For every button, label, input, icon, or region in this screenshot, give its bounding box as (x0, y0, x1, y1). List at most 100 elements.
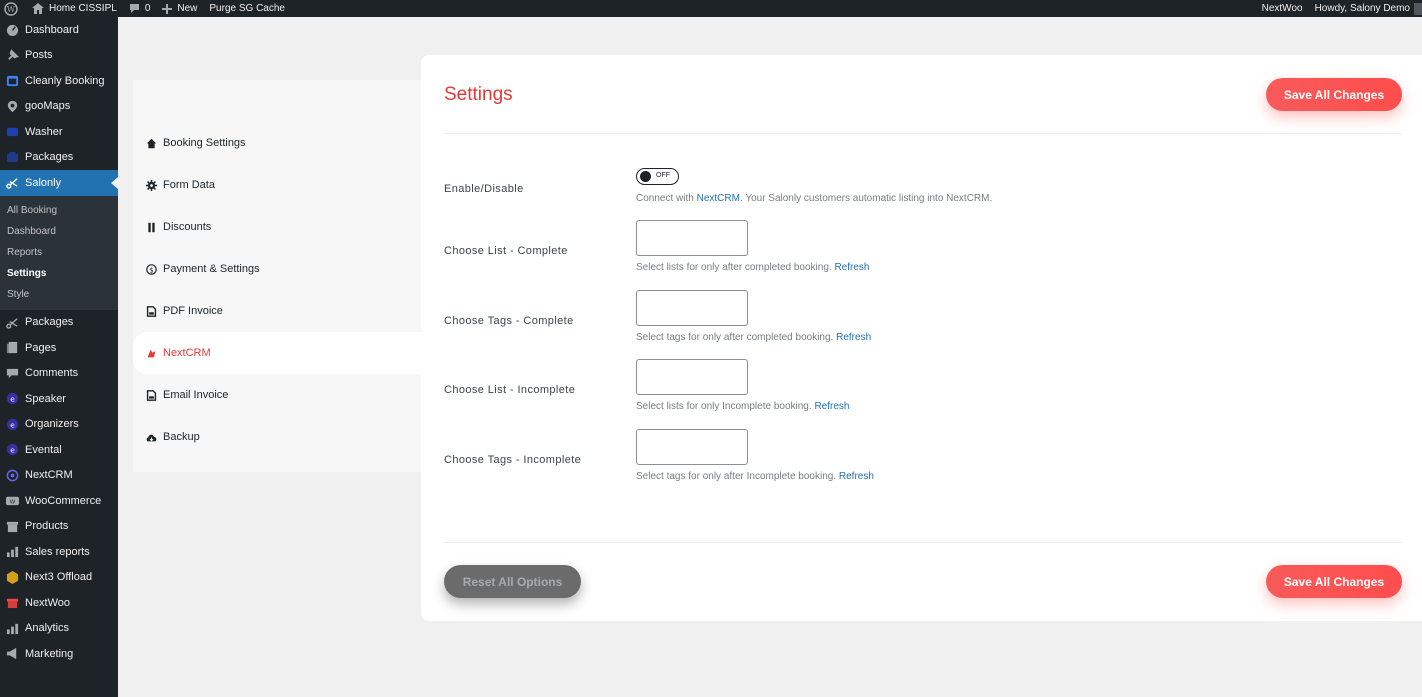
enable-disable-label: Enable/Disable (444, 183, 524, 195)
sidebar-item-dashboard[interactable]: Dashboard (0, 17, 118, 43)
settings-nav-label: Email Invoice (163, 389, 229, 401)
svg-text:e: e (10, 395, 15, 404)
sidebar-item-label: NextWoo (25, 596, 71, 609)
submenu-item-dashboard[interactable]: Dashboard (0, 221, 118, 242)
submenu-item-reports[interactable]: Reports (0, 242, 118, 263)
row-help-text: Select tags for only after Incomplete bo… (636, 471, 874, 482)
sidebar-item-marketing[interactable]: Marketing (0, 641, 118, 667)
sidebar-item-label: Packages (25, 316, 74, 329)
settings-nav-backup[interactable]: Backup (133, 416, 421, 458)
sidebar-item-label: Organizers (25, 418, 79, 431)
sidebar-item-packages[interactable]: Packages (0, 310, 118, 336)
sidebar-item-evental[interactable]: e Evental (0, 437, 118, 463)
sidebar-item-speaker[interactable]: e Speaker (0, 386, 118, 412)
settings-nav-nextcrm[interactable]: NextCRM (133, 332, 421, 374)
page-title: Settings (444, 84, 513, 105)
sidebar-item-products[interactable]: Products (0, 514, 118, 540)
row-help-text: Select lists for only after completed bo… (636, 262, 869, 273)
purge-cache-link[interactable]: Purge SG Cache (209, 3, 285, 14)
row-label-choose-list-complete: Choose List - Complete (444, 245, 568, 257)
new-link[interactable]: New (162, 3, 197, 14)
sidebar-item-label: gooMaps (25, 100, 71, 113)
avatar (1414, 2, 1422, 15)
sidebar-item-comments[interactable]: Comments (0, 361, 118, 387)
dashboard-icon (4, 22, 20, 38)
sidebar-item-label: Packages (25, 151, 74, 164)
sidebar-item-analytics[interactable]: Analytics (0, 616, 118, 642)
nextwoo-label: NextWoo (1261, 3, 1303, 14)
row-label-choose-list-incomplete: Choose List - Incomplete (444, 384, 576, 396)
enable-help-prefix: Connect with (636, 193, 697, 204)
sidebar-item-label: Products (25, 520, 69, 533)
home-icon (32, 3, 44, 14)
save-all-changes-button-bottom[interactable]: Save All Changes (1266, 565, 1402, 598)
sidebar-item-label: Evental (25, 443, 62, 456)
home-link[interactable]: Home CISSIPL (32, 3, 117, 14)
help-text: Select lists for only after completed bo… (636, 262, 835, 273)
store-icon (4, 595, 20, 611)
sidebar-item-label: Salonly (25, 176, 62, 189)
settings-nav-email-invoice[interactable]: Email Invoice (133, 374, 421, 416)
sidebar-item-sales-reports[interactable]: Sales reports (0, 539, 118, 565)
page-icon (4, 340, 20, 356)
nextwoo-link[interactable]: NextWoo (1262, 3, 1303, 14)
sidebar-item-label: Next3 Offload (25, 571, 93, 584)
account-menu[interactable]: Howdy, Salony Demo (1315, 2, 1422, 15)
sidebar-item-label: Speaker (25, 392, 66, 405)
purge-label: Purge SG Cache (209, 3, 285, 14)
select-choose-list-complete[interactable] (636, 220, 748, 256)
settings-nav-label: Backup (163, 431, 200, 443)
sidebar-item-organizers[interactable]: e Organizers (0, 412, 118, 438)
scissors-icon (4, 314, 20, 330)
location-icon (4, 98, 20, 114)
home-icon (145, 137, 157, 149)
help-text: Select tags for only after Incomplete bo… (636, 470, 839, 482)
wordpress-icon: W (4, 1, 18, 16)
sidebar-item-nextcrm[interactable]: NextCRM (0, 463, 118, 489)
select-choose-tags-complete[interactable] (636, 289, 748, 326)
sidebar-item-pages[interactable]: Pages (0, 335, 118, 361)
select-choose-list-incomplete[interactable] (636, 359, 748, 395)
select-choose-tags-incomplete[interactable] (636, 428, 748, 465)
chart-icon (4, 544, 20, 560)
sidebar-item-cleanly-booking[interactable]: Cleanly Booking (0, 68, 118, 94)
sidebar-item-label: Pages (25, 341, 57, 354)
settings-nav-booking-settings[interactable]: Booking Settings (133, 122, 421, 164)
sidebar-item-label: Marketing (25, 647, 74, 660)
sidebar-item-goomaps[interactable]: gooMaps (0, 94, 118, 120)
reset-all-options-button[interactable]: Reset All Options (444, 565, 581, 598)
refresh-link[interactable]: Refresh (839, 471, 874, 482)
sidebar-item-packages[interactable]: Packages (0, 145, 118, 171)
cloud-icon (145, 431, 157, 443)
enable-toggle[interactable]: OFF (636, 168, 679, 185)
submenu-item-all-booking[interactable]: All Booking (0, 200, 118, 221)
sidebar-item-salonly[interactable]: Salonly (0, 170, 118, 196)
settings-nav-form-data[interactable]: Form Data (133, 164, 421, 206)
sidebar-item-washer[interactable]: Washer (0, 119, 118, 145)
sidebar-item-nextwoo[interactable]: NextWoo (0, 590, 118, 616)
woo-icon: W (4, 493, 20, 509)
comments-link[interactable]: 0 (129, 3, 150, 14)
sidebar-item-posts[interactable]: Posts (0, 43, 118, 69)
submenu-item-style[interactable]: Style (0, 284, 118, 305)
refresh-link[interactable]: Refresh (836, 332, 871, 343)
wordpress-logo[interactable]: W (4, 1, 23, 16)
save-all-changes-button-top[interactable]: Save All Changes (1266, 78, 1402, 111)
nextcrm-link[interactable]: NextCRM (697, 193, 740, 204)
settings-nav-payment-and-settings[interactable]: $ Payment & Settings (133, 248, 421, 290)
sidebar-item-next3-offload[interactable]: Next3 Offload (0, 565, 118, 591)
salonly-submenu: All Booking Dashboard Reports Settings Style (0, 195, 118, 310)
submenu-item-settings[interactable]: Settings (0, 263, 118, 284)
megaphone-icon (4, 646, 20, 662)
settings-nav-pdf-invoice[interactable]: PDF Invoice (133, 290, 421, 332)
settings-nav-label: Booking Settings (163, 137, 246, 149)
nextcrm-icon (145, 347, 157, 359)
home-label: Home CISSIPL (49, 3, 117, 14)
sidebar-item-woocommerce[interactable]: W WooCommerce (0, 488, 118, 514)
settings-nav-discounts[interactable]: Discounts (133, 206, 421, 248)
row-label-choose-tags-incomplete: Choose Tags - Incomplete (444, 453, 582, 466)
archive-icon (4, 518, 20, 534)
refresh-link[interactable]: Refresh (814, 401, 849, 412)
settings-nav: Booking Settings Form Data Discounts $ Payme… (133, 80, 421, 472)
refresh-link[interactable]: Refresh (834, 262, 869, 273)
